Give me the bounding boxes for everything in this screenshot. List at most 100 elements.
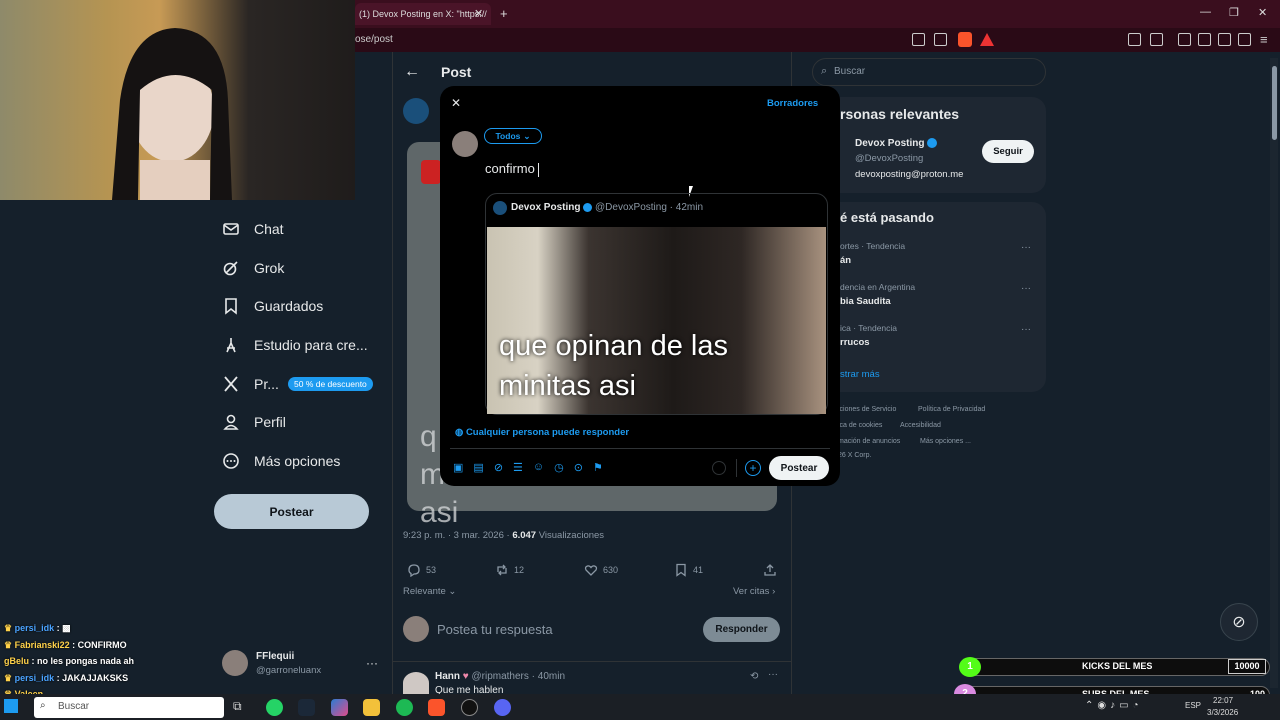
vpn-icon[interactable] bbox=[1238, 33, 1251, 46]
drafts-link[interactable]: Borradores bbox=[767, 98, 818, 109]
submit-post-button[interactable]: Postear bbox=[769, 456, 829, 480]
trend-more-icon[interactable]: ··· bbox=[1021, 283, 1031, 294]
new-tab-icon[interactable]: + bbox=[500, 6, 508, 21]
language-indicator[interactable]: ESP bbox=[1185, 701, 1201, 710]
image-icon[interactable]: ▣ bbox=[453, 461, 463, 474]
nav-studio[interactable]: Estudio para cre... bbox=[222, 330, 368, 360]
share-action[interactable] bbox=[763, 563, 777, 577]
extensions-icon[interactable] bbox=[1128, 33, 1141, 46]
nav-label: Perfil bbox=[254, 414, 286, 430]
tray-icons[interactable]: ⌃◉♪▭◔ bbox=[1085, 700, 1143, 711]
footer-link[interactable]: Política de Privacidad bbox=[918, 406, 985, 413]
reply-button[interactable]: Responder bbox=[703, 617, 780, 642]
nav-bookmarks[interactable]: Guardados bbox=[222, 291, 323, 321]
like-action[interactable]: 630 bbox=[584, 563, 618, 577]
nav-premium[interactable]: Pr... bbox=[222, 369, 279, 399]
x-logo-icon bbox=[224, 376, 238, 392]
maximize-icon[interactable]: ❐ bbox=[1229, 6, 1239, 19]
sort-label: Relevante bbox=[403, 586, 446, 597]
reply-action[interactable]: 53 bbox=[407, 563, 436, 577]
brave-shield-icon[interactable] bbox=[958, 32, 972, 47]
share-icon[interactable] bbox=[934, 33, 947, 46]
avatar[interactable] bbox=[222, 650, 248, 676]
person-bio: devoxposting@proton.me bbox=[855, 169, 964, 180]
timestamp-text: 9:23 p. m. · 3 mar. 2026 · bbox=[403, 530, 510, 541]
flag-icon[interactable]: ⚑ bbox=[593, 461, 603, 474]
footer-link[interactable]: Accesibilidad bbox=[900, 422, 941, 429]
quotes-label: Ver citas bbox=[733, 586, 770, 597]
post-button[interactable]: Postear bbox=[214, 494, 369, 529]
more-icon[interactable]: ··· bbox=[768, 669, 778, 680]
brave-icon[interactable] bbox=[428, 699, 445, 716]
footer-link[interactable]: ica de cookies bbox=[838, 422, 882, 429]
bookmark-icon bbox=[676, 563, 686, 577]
leo-icon[interactable] bbox=[1218, 33, 1231, 46]
wallet-icon[interactable] bbox=[1198, 33, 1211, 46]
schedule-icon[interactable]: ◷ bbox=[554, 461, 564, 474]
browser-tab[interactable]: (1) Devox Posting en X: "https:// bbox=[355, 3, 491, 25]
file-explorer-icon[interactable] bbox=[363, 699, 380, 716]
reply-count: 53 bbox=[426, 565, 437, 575]
nav-grok[interactable]: Grok bbox=[222, 253, 284, 283]
account-more-icon[interactable]: ··· bbox=[366, 656, 378, 670]
window-close-icon[interactable]: ✕ bbox=[1258, 6, 1267, 19]
audience-selector[interactable]: Todos ⌄ bbox=[484, 128, 542, 144]
quoted-header: Devox Posting @DevoxPosting · 42min bbox=[511, 202, 703, 213]
nav-more[interactable]: Más opciones bbox=[222, 446, 340, 476]
footer-link[interactable]: iciones de Servicio bbox=[838, 406, 896, 413]
trend-name[interactable]: án bbox=[840, 255, 851, 266]
trend-name[interactable]: bia Saudita bbox=[840, 296, 891, 307]
search-input[interactable]: Buscar bbox=[834, 66, 865, 77]
grok-icon[interactable]: ⟲ bbox=[750, 671, 758, 682]
grok-icon[interactable]: ⊘ bbox=[494, 461, 503, 474]
grok-fab-icon[interactable]: ⊘ bbox=[1220, 603, 1258, 641]
back-arrow-icon[interactable]: ← bbox=[404, 63, 420, 81]
whatsapp-icon[interactable] bbox=[266, 699, 283, 716]
discord-icon[interactable] bbox=[494, 699, 511, 716]
menu-icon[interactable]: ≡ bbox=[1260, 32, 1268, 47]
scrollbar-thumb[interactable] bbox=[1272, 66, 1277, 140]
trend-more-icon[interactable]: ··· bbox=[1021, 242, 1031, 253]
trend-name[interactable]: rrucos bbox=[840, 337, 870, 348]
scrollbar[interactable] bbox=[1270, 58, 1278, 688]
view-quotes-link[interactable]: Ver citas › bbox=[733, 586, 775, 597]
clock-time[interactable]: 22:07 bbox=[1213, 696, 1233, 705]
steam-icon[interactable] bbox=[298, 699, 315, 716]
poll-icon[interactable]: ☰ bbox=[513, 461, 523, 474]
address-bar[interactable] bbox=[355, 28, 1280, 52]
views-count: 6.047 bbox=[512, 530, 537, 541]
obs-icon[interactable] bbox=[461, 699, 478, 716]
spotify-icon[interactable] bbox=[396, 699, 413, 716]
trend-more-icon[interactable]: ··· bbox=[1021, 324, 1031, 335]
reply-setting[interactable]: ◍ Cualquier persona puede responder bbox=[455, 427, 629, 438]
repost-action[interactable]: 12 bbox=[495, 563, 524, 577]
follow-button[interactable]: Seguir bbox=[982, 140, 1034, 163]
reply-input[interactable]: Postea tu respuesta bbox=[437, 622, 553, 637]
close-icon[interactable]: ✕ bbox=[451, 96, 461, 110]
clock-date[interactable]: 3/3/2026 bbox=[1207, 708, 1238, 717]
task-view-icon[interactable]: ⧉ bbox=[233, 699, 242, 714]
add-post-icon[interactable]: + bbox=[745, 460, 761, 476]
emoji-icon[interactable]: ☺ bbox=[533, 461, 544, 474]
kicks-rank: 1 bbox=[959, 657, 981, 677]
nav-chat[interactable]: Chat bbox=[222, 214, 284, 244]
minimize-icon[interactable]: — bbox=[1200, 6, 1211, 18]
footer-link[interactable]: Más opciones ... bbox=[920, 438, 971, 445]
windows-start-icon[interactable] bbox=[4, 699, 18, 713]
panel-icon[interactable] bbox=[1178, 33, 1191, 46]
compose-textarea[interactable]: confirmo bbox=[485, 161, 539, 177]
gif-icon[interactable]: ▤ bbox=[473, 461, 483, 474]
copilot-icon[interactable] bbox=[331, 699, 348, 716]
cast-icon[interactable] bbox=[912, 33, 925, 46]
footer-link[interactable]: mación de anuncios bbox=[838, 438, 900, 445]
tab-close-icon[interactable]: ✕ bbox=[474, 7, 483, 20]
rewards-icon[interactable] bbox=[980, 33, 994, 46]
sidebar-icon[interactable] bbox=[1150, 33, 1163, 46]
show-more-link[interactable]: strar más bbox=[840, 369, 880, 380]
sort-relevant[interactable]: Relevante ⌄ bbox=[403, 586, 456, 597]
bookmark-action[interactable]: 41 bbox=[674, 563, 703, 577]
nav-profile[interactable]: Perfil bbox=[222, 407, 286, 437]
nav-label: Grok bbox=[254, 260, 285, 276]
repost-count: 12 bbox=[514, 565, 525, 575]
location-icon[interactable]: ⊙ bbox=[574, 461, 583, 474]
